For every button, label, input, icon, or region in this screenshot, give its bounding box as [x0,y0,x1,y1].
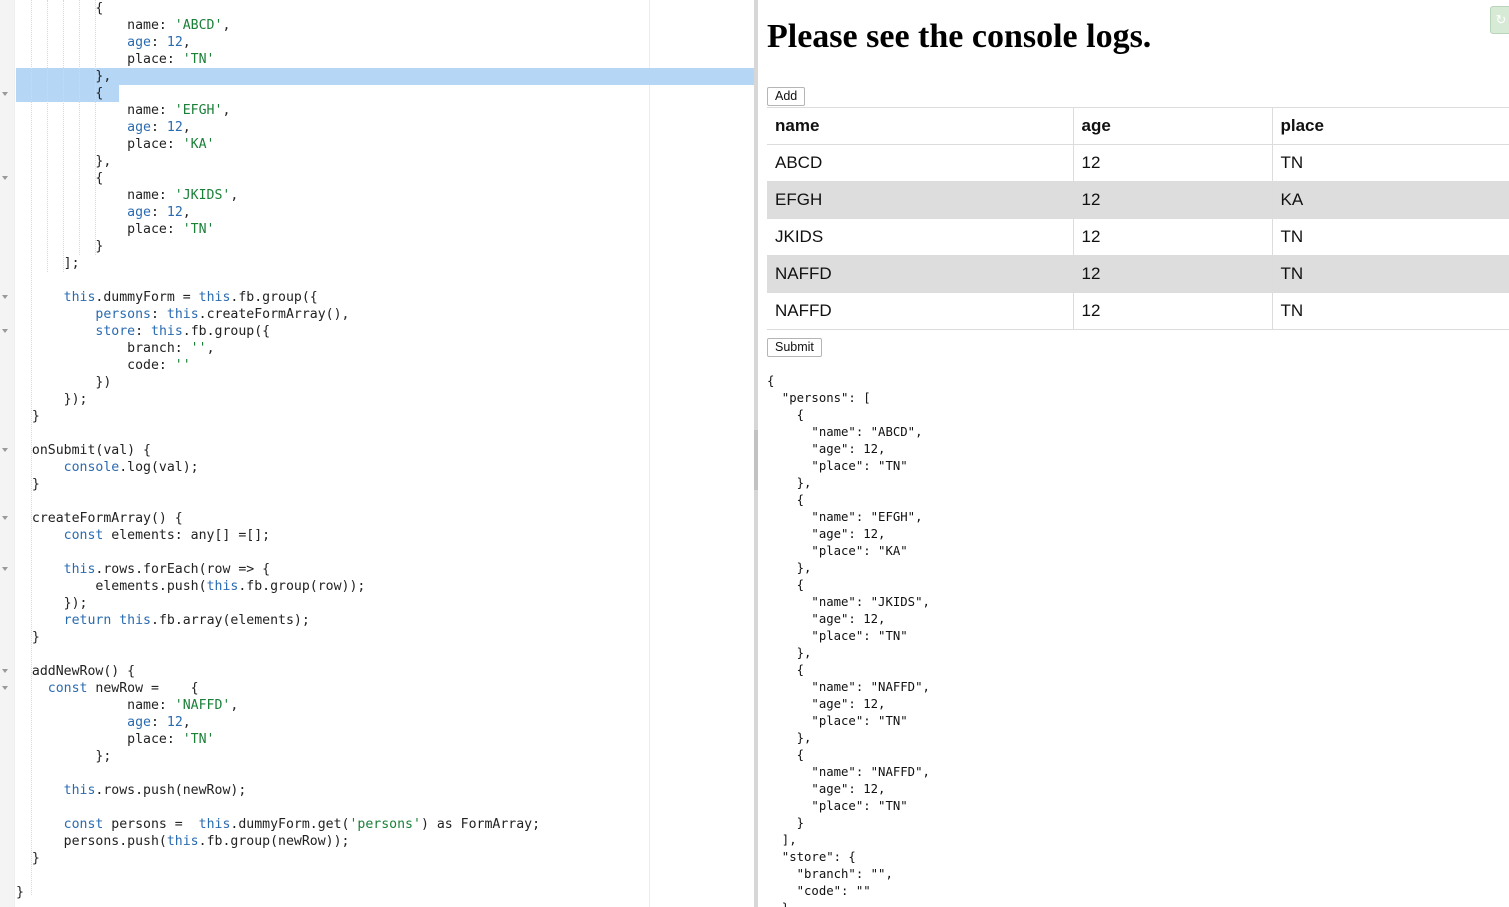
cell-age: 12 [1072,218,1272,256]
code-line[interactable]: } [16,476,540,493]
code-line[interactable]: ​ [16,425,540,442]
code-line[interactable]: const elements: any[] =[]; [16,527,540,544]
code-line[interactable]: console.log(val); [16,459,540,476]
cell-age: 12 [1072,255,1272,293]
code-line[interactable]: addNewRow() { [16,663,540,680]
fold-arrow-icon[interactable] [2,686,8,690]
print-margin [649,0,650,907]
code-line[interactable]: }, [16,68,540,85]
code-content[interactable]: { name: 'ABCD', age: 12, place: 'TN' }, … [16,0,540,901]
code-line[interactable]: name: 'EFGH', [16,102,540,119]
table-row: ABCD 12 TN [767,144,1509,182]
code-line[interactable]: ​ [16,544,540,561]
code-line[interactable]: } [16,850,540,867]
column-header-place: place [1271,107,1509,145]
code-line[interactable]: name: 'JKIDS', [16,187,540,204]
column-header-name: name [767,107,1073,145]
table-row: JKIDS 12 TN [767,218,1509,256]
code-line[interactable]: age: 12, [16,714,540,731]
code-line[interactable]: place: 'TN' [16,221,540,238]
fold-arrow-icon[interactable] [2,669,8,673]
code-line[interactable]: this.rows.push(newRow); [16,782,540,799]
code-line[interactable]: }); [16,595,540,612]
cell-name: NAFFD [767,255,1073,293]
fold-arrow-icon[interactable] [2,329,8,333]
code-line[interactable]: branch: '', [16,340,540,357]
code-line[interactable]: ​ [16,493,540,510]
code-line[interactable]: this.dummyForm = this.fb.group({ [16,289,540,306]
fold-arrow-icon[interactable] [2,176,8,180]
table-row: NAFFD 12 TN [767,255,1509,293]
code-line[interactable]: ​ [16,272,540,289]
code-line[interactable]: elements.push(this.fb.group(row)); [16,578,540,595]
json-output: { "persons": [ { "name": "ABCD", "age": … [767,374,930,907]
code-line[interactable]: age: 12, [16,34,540,51]
code-line[interactable]: createFormArray() { [16,510,540,527]
code-line[interactable]: const newRow = { [16,680,540,697]
fold-arrow-icon[interactable] [2,92,8,96]
code-line[interactable]: name: 'ABCD', [16,17,540,34]
cell-place: KA [1271,181,1509,219]
code-line[interactable]: }) [16,374,540,391]
code-line[interactable]: } [16,238,540,255]
cell-age: 12 [1072,181,1272,219]
table-row: EFGH 12 KA [767,181,1509,219]
code-line[interactable]: { [16,170,540,187]
column-header-age: age [1072,107,1272,145]
code-line[interactable]: code: '' [16,357,540,374]
refresh-icon[interactable]: ↻ [1490,6,1509,34]
code-line[interactable]: this.rows.forEach(row => { [16,561,540,578]
cell-name: ABCD [767,144,1073,182]
cell-age: 12 [1072,292,1272,330]
code-line[interactable]: ​ [16,867,540,884]
fold-arrow-icon[interactable] [2,516,8,520]
code-line[interactable]: return this.fb.array(elements); [16,612,540,629]
code-line[interactable]: { [16,0,540,17]
code-line[interactable]: }); [16,391,540,408]
code-line[interactable]: ]; [16,255,540,272]
fold-arrow-icon[interactable] [2,448,8,452]
cell-name: NAFFD [767,292,1073,330]
code-line[interactable]: age: 12, [16,204,540,221]
fold-arrow-icon[interactable] [2,295,8,299]
cell-place: TN [1271,292,1509,330]
code-line[interactable]: persons: this.createFormArray(), [16,306,540,323]
submit-button[interactable]: Submit [767,338,822,357]
code-line[interactable]: place: 'TN' [16,731,540,748]
code-line[interactable]: age: 12, [16,119,540,136]
code-line[interactable]: } [16,884,540,901]
cell-name: JKIDS [767,218,1073,256]
page-title: Please see the console logs. [767,18,1152,55]
cell-place: TN [1271,218,1509,256]
code-line[interactable]: ​ [16,799,540,816]
code-line[interactable]: place: 'KA' [16,136,540,153]
add-button[interactable]: Add [767,87,806,106]
code-line[interactable]: const persons = this.dummyForm.get('pers… [16,816,540,833]
editor-gutter[interactable] [0,0,15,907]
cell-place: TN [1271,255,1509,293]
code-line[interactable]: } [16,629,540,646]
code-line[interactable]: }, [16,153,540,170]
code-line[interactable]: ​ [16,765,540,782]
code-line[interactable]: { [16,85,540,102]
fold-arrow-icon[interactable] [2,567,8,571]
cell-name: EFGH [767,181,1073,219]
cell-age: 12 [1072,144,1272,182]
code-line[interactable]: onSubmit(val) { [16,442,540,459]
cell-place: TN [1271,144,1509,182]
preview-pane: Please see the console logs. ↻ Add name … [758,0,1509,907]
code-line[interactable]: } [16,408,540,425]
persons-table: name age place ABCD 12 TN EFGH 12 KA JKI… [767,107,1509,330]
table-row: NAFFD 12 TN [767,292,1509,330]
table-header-row: name age place [767,107,1509,145]
code-line[interactable]: place: 'TN' [16,51,540,68]
code-line[interactable]: ​ [16,646,540,663]
code-line[interactable]: }; [16,748,540,765]
code-line[interactable]: store: this.fb.group({ [16,323,540,340]
code-editor[interactable]: { name: 'ABCD', age: 12, place: 'TN' }, … [0,0,754,907]
code-line[interactable]: name: 'NAFFD', [16,697,540,714]
code-line[interactable]: persons.push(this.fb.group(newRow)); [16,833,540,850]
